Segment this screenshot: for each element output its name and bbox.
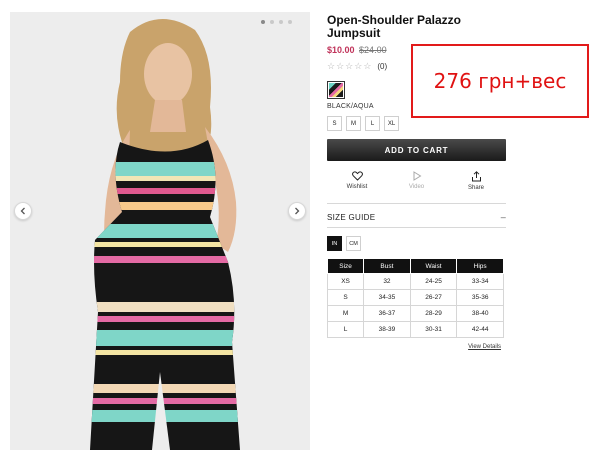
gallery-prev-button[interactable] — [14, 202, 32, 220]
size-option-xl[interactable]: XL — [384, 116, 399, 131]
product-title: Open-Shoulder Palazzo Jumpsuit — [327, 13, 462, 40]
table-cell: 38-40 — [456, 305, 504, 322]
gallery-dot[interactable] — [288, 20, 292, 24]
size-option-m[interactable]: M — [346, 116, 361, 131]
star-icon: ☆ — [363, 61, 372, 71]
divider — [327, 227, 506, 228]
table-cell: 32 — [363, 273, 411, 290]
size-option-l[interactable]: L — [365, 116, 380, 131]
gallery-dot[interactable] — [279, 20, 283, 24]
table-cell: 42-44 — [456, 321, 504, 338]
chevron-left-icon — [20, 207, 25, 215]
gallery-pagination — [261, 20, 292, 24]
collapse-icon: – — [500, 212, 506, 222]
star-icon: ☆ — [354, 61, 363, 71]
original-price: $24.00 — [359, 45, 387, 55]
swatch-image — [329, 83, 343, 97]
table-cell: L — [326, 321, 365, 338]
share-button[interactable]: Share — [456, 171, 496, 191]
heart-icon — [351, 171, 363, 181]
table-cell: 38-39 — [363, 321, 411, 338]
wishlist-label: Wishlist — [346, 184, 368, 190]
size-guide-toggle[interactable]: SIZE GUIDE – — [327, 212, 506, 222]
wishlist-button[interactable]: Wishlist — [337, 171, 377, 191]
unit-cm-button[interactable]: CM — [346, 236, 361, 251]
divider — [327, 203, 506, 204]
table-cell: 26-27 — [409, 289, 458, 306]
column-header: Bust — [363, 258, 411, 274]
view-details-link[interactable]: View Details — [327, 344, 501, 350]
table-cell: 33-34 — [456, 273, 504, 290]
size-chart-table: Size Bust Waist Hips XS 32 24-25 33-34 S… — [326, 258, 504, 338]
size-selector: S M L XL — [327, 116, 507, 131]
share-label: Share — [467, 185, 484, 191]
gallery-dot[interactable] — [270, 20, 274, 24]
size-guide-title: SIZE GUIDE — [327, 212, 376, 222]
star-icon: ☆ — [327, 61, 336, 71]
color-swatch[interactable] — [327, 81, 345, 99]
add-to-cart-button[interactable]: ADD TO CART — [327, 139, 506, 161]
review-count[interactable]: (0) — [377, 62, 387, 71]
column-header: Hips — [456, 258, 504, 274]
play-icon — [413, 171, 421, 181]
share-icon — [471, 171, 481, 182]
star-icon: ☆ — [336, 61, 345, 71]
table-cell: 24-25 — [409, 273, 458, 290]
table-cell: S — [326, 289, 365, 306]
product-actions: Wishlist Video Share — [327, 171, 506, 191]
table-cell: 35-36 — [456, 289, 504, 306]
unit-toggle: IN CM — [327, 236, 507, 251]
product-image-gallery[interactable] — [10, 12, 310, 450]
table-row: M 36-37 28-29 38-40 — [326, 305, 504, 322]
table-cell: 34-35 — [363, 289, 411, 306]
table-cell: 28-29 — [409, 305, 458, 322]
table-row: L 38-39 30-31 42-44 — [326, 321, 504, 338]
table-cell: 30-31 — [409, 321, 458, 338]
price-annotation-box: 276 грн+вес — [411, 44, 589, 118]
star-icon: ☆ — [345, 61, 354, 71]
sale-price: $10.00 — [327, 45, 355, 55]
column-header: Size — [326, 258, 365, 274]
column-header: Waist — [409, 258, 458, 274]
table-row: XS 32 24-25 33-34 — [326, 273, 504, 290]
table-cell: 36-37 — [363, 305, 411, 322]
size-option-s[interactable]: S — [327, 116, 342, 131]
price-annotation-text: 276 грн+вес — [433, 69, 567, 93]
product-photo — [10, 12, 310, 450]
table-header-row: Size Bust Waist Hips — [326, 258, 504, 274]
video-label: Video — [408, 184, 425, 190]
table-cell: M — [326, 305, 365, 322]
unit-in-button[interactable]: IN — [327, 236, 342, 251]
gallery-dot[interactable] — [261, 20, 265, 24]
table-row: S 34-35 26-27 35-36 — [326, 289, 504, 306]
table-cell: XS — [326, 273, 365, 290]
gallery-next-button[interactable] — [288, 202, 306, 220]
chevron-right-icon — [295, 207, 300, 215]
video-button[interactable]: Video — [397, 171, 437, 191]
